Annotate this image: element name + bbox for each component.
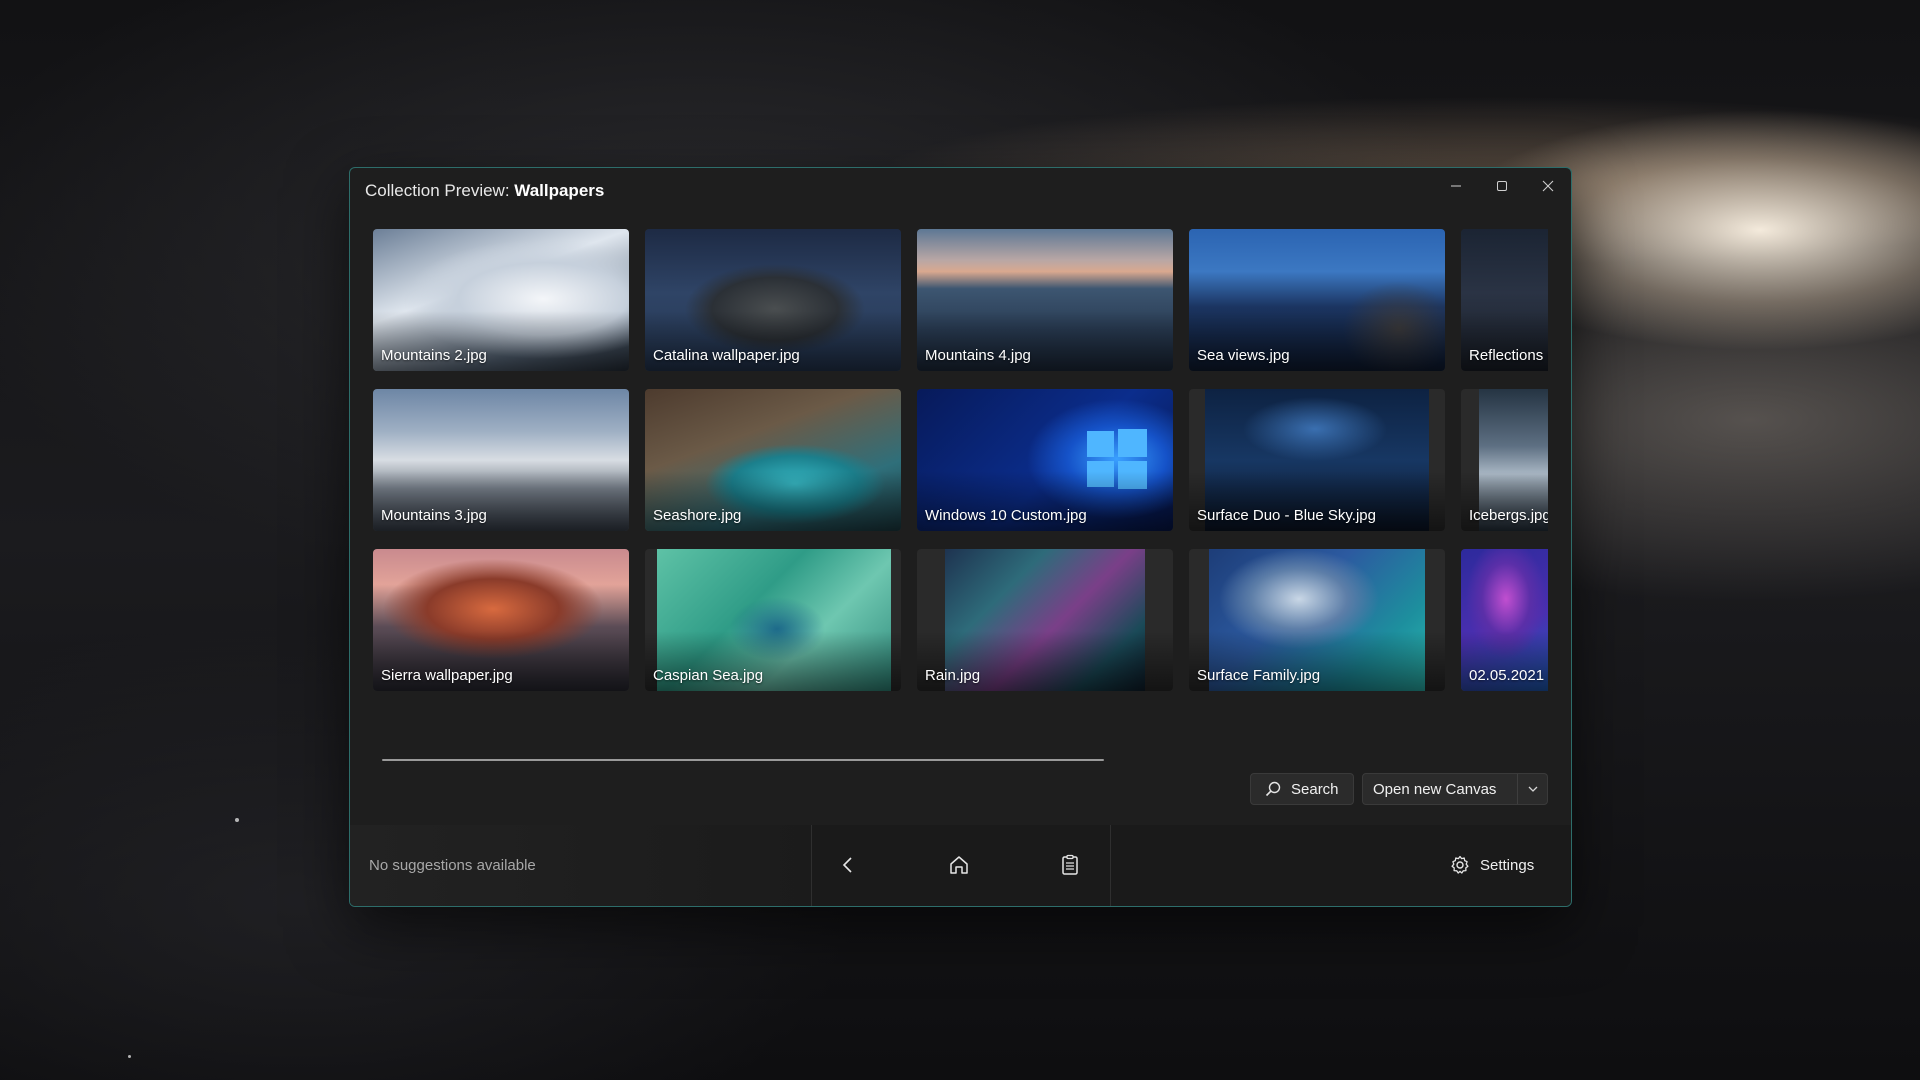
suggestions-status: No suggestions available — [369, 857, 536, 874]
wallpaper-tile[interactable]: Mountains 3.jpg — [373, 389, 629, 531]
wallpaper-tile[interactable]: Surface Duo - Blue Sky.jpg — [1189, 389, 1445, 531]
suggestions-area: No suggestions available — [350, 825, 811, 906]
gear-icon — [1451, 855, 1469, 874]
tile-label: Caspian Sea.jpg — [653, 667, 764, 684]
horizontal-scrollbar[interactable] — [382, 759, 1104, 761]
tile-label: Icebergs.jpg — [1469, 507, 1548, 524]
tile-label: Sea views.jpg — [1197, 347, 1290, 364]
tile-label: Catalina wallpaper.jpg — [653, 347, 800, 364]
settings-label: Settings — [1480, 856, 1535, 874]
back-button[interactable] — [828, 847, 868, 883]
window-title-prefix: Collection Preview: — [365, 181, 515, 200]
search-button-label: Search — [1291, 780, 1339, 798]
search-button[interactable]: Search — [1250, 773, 1354, 805]
home-icon — [950, 856, 968, 874]
wallpaper-tile[interactable]: Mountains 4.jpg — [917, 229, 1173, 371]
wallpaper-tile[interactable]: Windows 10 Custom.jpg — [917, 389, 1173, 531]
wallpaper-tile[interactable]: Sea views.jpg — [1189, 229, 1445, 371]
tile-label: Mountains 4.jpg — [925, 347, 1031, 364]
open-new-canvas-split-button: Open new Canvas — [1362, 773, 1548, 805]
wallpaper-tile[interactable]: 02.05.2021 1 — [1461, 549, 1548, 691]
clipboard-icon — [1062, 854, 1078, 875]
tile-label: Mountains 2.jpg — [381, 347, 487, 364]
tile-label: 02.05.2021 1 — [1469, 667, 1548, 684]
chevron-left-icon — [842, 857, 852, 873]
wallpaper-tile[interactable]: Sierra wallpaper.jpg — [373, 549, 629, 691]
bottom-bar: No suggestions available Settings — [350, 825, 1571, 906]
wallpaper-tile[interactable]: Caspian Sea.jpg — [645, 549, 901, 691]
wallpaper-grid: Mountains 2.jpg Catalina wallpaper.jpg M… — [373, 229, 1548, 861]
tile-label: Sierra wallpaper.jpg — [381, 667, 513, 684]
wallpaper-tile[interactable]: Seashore.jpg — [645, 389, 901, 531]
clipboard-button[interactable] — [1050, 847, 1090, 883]
tile-label: Windows 10 Custom.jpg — [925, 507, 1087, 524]
maximize-button[interactable] — [1479, 168, 1525, 204]
star — [235, 818, 239, 822]
wallpaper-tile[interactable]: Mountains 2.jpg — [373, 229, 629, 371]
tile-label: Surface Family.jpg — [1197, 667, 1321, 684]
minimize-icon — [1451, 185, 1461, 187]
settings-button[interactable]: Settings — [1450, 847, 1534, 883]
wallpaper-tile[interactable]: Rain.jpg — [917, 549, 1173, 691]
title-bar[interactable]: Collection Preview: Wallpapers — [350, 168, 1571, 212]
open-new-canvas-button[interactable]: Open new Canvas — [1363, 781, 1517, 798]
minimize-button[interactable] — [1433, 168, 1479, 204]
wallpaper-tile[interactable]: Reflections o — [1461, 229, 1548, 371]
wallpaper-tile[interactable]: Icebergs.jpg — [1461, 389, 1548, 531]
star — [128, 1055, 131, 1058]
wallpaper-tile[interactable]: Catalina wallpaper.jpg — [645, 229, 901, 371]
wallpaper-tile[interactable]: Surface Family.jpg — [1189, 549, 1445, 691]
close-button[interactable] — [1525, 168, 1571, 204]
search-icon — [1265, 781, 1281, 797]
tile-label: Reflections o — [1469, 347, 1548, 364]
chevron-down-icon — [1528, 786, 1537, 792]
collection-name: Wallpapers — [514, 181, 605, 200]
home-button[interactable] — [939, 847, 979, 883]
close-icon — [1542, 180, 1554, 192]
collection-preview-window: Collection Preview: Wallpapers Mountains… — [349, 167, 1572, 907]
window-title: Collection Preview: Wallpapers — [365, 181, 604, 201]
tile-label: Surface Duo - Blue Sky.jpg — [1197, 507, 1376, 524]
tile-label: Rain.jpg — [925, 667, 981, 684]
canvas-options-dropdown[interactable] — [1518, 785, 1547, 793]
maximize-icon — [1497, 181, 1507, 191]
tile-label: Mountains 3.jpg — [381, 507, 487, 524]
tile-label: Seashore.jpg — [653, 507, 742, 524]
navigation-group — [811, 825, 1111, 906]
